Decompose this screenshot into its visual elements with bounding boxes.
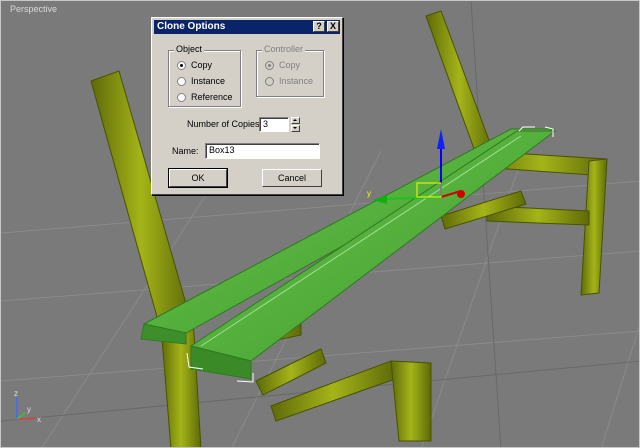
radio-instance-button[interactable] (177, 77, 186, 86)
axis-tripod-icon: z x y (14, 389, 41, 424)
copies-input[interactable]: 3 (259, 117, 289, 132)
clone-options-dialog: Clone Options ? X Object Copy Instance R… (151, 17, 343, 195)
dialog-title: Clone Options (157, 21, 226, 32)
axis-z-label: z (14, 389, 18, 398)
close-button[interactable]: X (327, 21, 339, 32)
controller-radio-copy-button (265, 61, 274, 70)
copies-spinner[interactable] (291, 117, 300, 132)
perspective-viewport[interactable]: y Perspective z x y Clone Options ? X Ob… (0, 0, 640, 448)
radio-copy-label: Copy (191, 60, 213, 70)
viewport-label[interactable]: Perspective (10, 4, 57, 14)
name-input[interactable]: Box13 (205, 143, 320, 159)
number-of-copies-label: Number of Copies: (187, 119, 263, 129)
controller-radio-copy-label: Copy (279, 60, 301, 70)
radio-reference-button[interactable] (177, 93, 186, 102)
ok-button[interactable]: OK (168, 168, 228, 188)
controller-group: Controller Copy Instance (256, 44, 324, 97)
object-group-label: Object (174, 44, 205, 54)
name-label: Name: (172, 146, 199, 156)
axis-y-label: y (27, 405, 31, 414)
radio-reference-label: Reference (191, 92, 233, 102)
radio-copy-button[interactable] (177, 61, 186, 70)
axis-x-label: x (37, 415, 41, 424)
cancel-button[interactable]: Cancel (262, 169, 322, 187)
controller-radio-instance-button (265, 77, 274, 86)
controller-radio-instance-label: Instance (279, 76, 314, 86)
object-group: Object Copy Instance Reference (168, 44, 241, 107)
radio-instance-label: Instance (191, 76, 226, 86)
help-button[interactable]: ? (313, 21, 325, 32)
spinner-down-icon[interactable] (291, 125, 300, 132)
spinner-up-icon[interactable] (291, 117, 300, 124)
controller-group-label: Controller (262, 44, 306, 54)
dialog-titlebar[interactable]: Clone Options ? X (154, 20, 340, 34)
gizmo-axis-y-label: y (367, 189, 371, 198)
